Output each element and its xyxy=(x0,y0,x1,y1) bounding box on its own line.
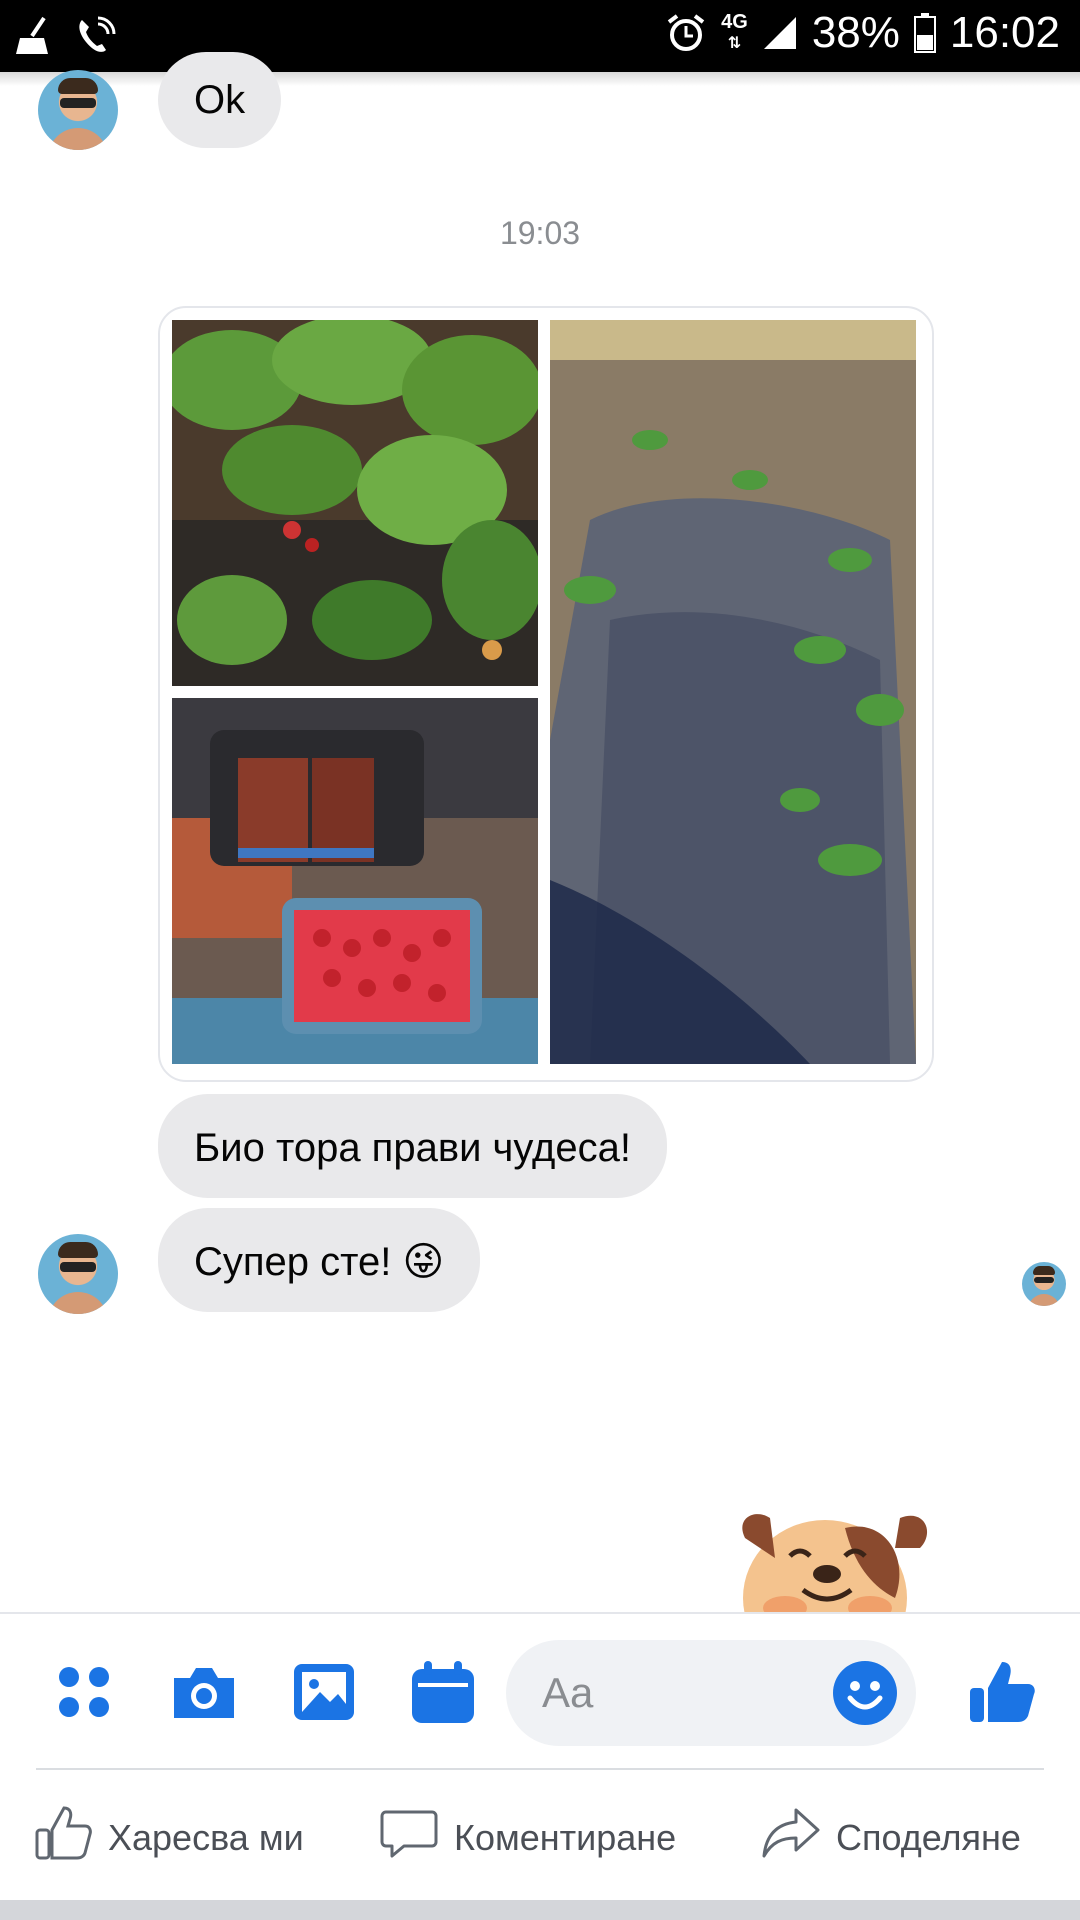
signal-icon xyxy=(762,15,798,51)
message-bubble[interactable]: Ok xyxy=(158,52,282,148)
broom-clean-icon xyxy=(14,14,58,58)
calendar-button[interactable] xyxy=(407,1658,479,1730)
clock: 16:02 xyxy=(949,8,1060,57)
strawberry-field-photo[interactable] xyxy=(550,320,916,1064)
message-bubble[interactable]: Супер сте! 😜 xyxy=(158,1208,481,1312)
message-text: Супер сте! 😜 xyxy=(194,1240,445,1284)
camera-icon xyxy=(170,1662,238,1727)
camera-button[interactable] xyxy=(168,1658,240,1730)
sender-avatar[interactable] xyxy=(38,1234,118,1314)
share-action[interactable]: Споделяне xyxy=(762,1804,1021,1871)
alarm-icon xyxy=(665,12,707,54)
like-label: Харесва ми xyxy=(108,1816,304,1858)
read-receipt-avatar xyxy=(1022,1262,1066,1306)
message-composer xyxy=(0,1614,1080,1764)
puppy-sticker[interactable] xyxy=(735,1478,935,1614)
emoji-button[interactable] xyxy=(832,1660,898,1726)
battery-percent: 38% xyxy=(811,8,900,57)
message-text: Био тора прави чудеса! xyxy=(194,1126,631,1170)
comment-icon xyxy=(380,1804,438,1871)
comment-label: Коментиране xyxy=(454,1816,677,1858)
apps-button[interactable] xyxy=(48,1658,120,1730)
gallery-button[interactable] xyxy=(288,1658,360,1730)
emoji-icon xyxy=(832,1661,898,1730)
message-text: Ok xyxy=(194,78,246,122)
thumbs-up-icon xyxy=(968,1658,1036,1731)
comment-action[interactable]: Коментиране xyxy=(380,1804,676,1871)
sender-avatar[interactable] xyxy=(38,70,118,150)
bottom-edge xyxy=(0,1900,1080,1920)
like-send-button[interactable] xyxy=(966,1658,1038,1730)
wifi-call-icon xyxy=(72,14,116,58)
share-icon xyxy=(762,1804,820,1871)
gallery-icon xyxy=(292,1662,356,1727)
strawberry-crates-photo[interactable] xyxy=(172,698,538,1064)
footer-divider xyxy=(36,1768,1044,1770)
like-action[interactable]: Харесва ми xyxy=(34,1804,304,1871)
post-actions-bar: Харесва ми Коментиране Споделяне xyxy=(0,1776,1080,1896)
calendar-icon xyxy=(410,1659,476,1730)
strawberry-plants-photo[interactable] xyxy=(172,320,538,686)
status-bar: 4G ⇅ 38% 16:02 xyxy=(0,0,1080,72)
apps-icon xyxy=(54,1662,114,1727)
share-label: Споделяне xyxy=(836,1816,1021,1858)
message-bubble[interactable]: Био тора прави чудеса! xyxy=(158,1094,667,1198)
battery-icon xyxy=(913,13,936,53)
photo-attachment[interactable] xyxy=(158,306,934,1082)
message-timestamp: 19:03 xyxy=(499,215,581,251)
like-outline-icon xyxy=(34,1804,92,1871)
network-type: 4G ⇅ xyxy=(721,11,748,52)
